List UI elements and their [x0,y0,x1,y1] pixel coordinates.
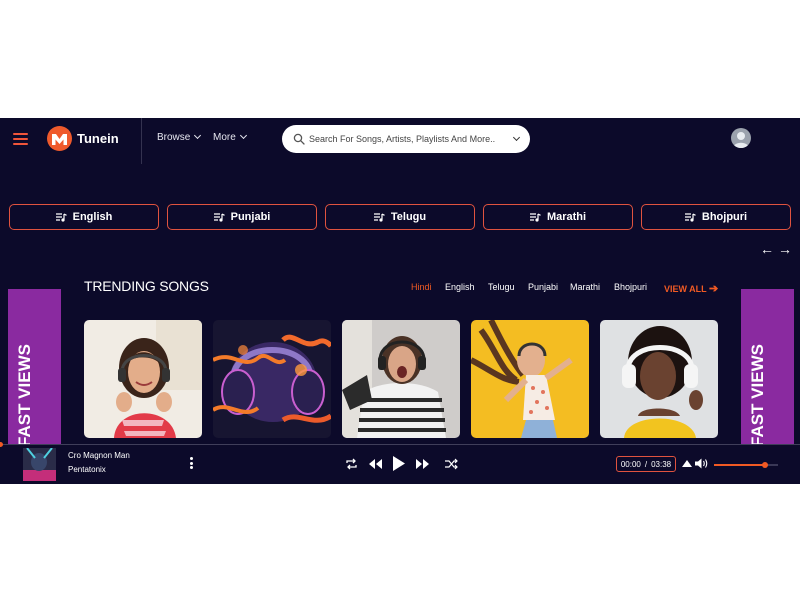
playlist-icon [684,212,696,222]
expand-up-icon[interactable] [682,460,692,467]
language-chip-marathi[interactable]: Marathi [483,204,633,230]
music-player: Cro Magnon Man Pentatonix 00:00 / 03:38 [0,442,800,484]
language-chip-label: Marathi [546,211,587,223]
current-time: 00:00 [620,459,641,469]
language-chip-punjabi[interactable]: Punjabi [167,204,317,230]
time-display: 00:00 / 03:38 [616,456,676,472]
more-options-icon[interactable] [190,457,194,471]
app-window: Tunein Browse More English Punjabi Telugu M… [0,118,800,484]
now-playing-thumbnail[interactable] [23,448,56,481]
song-cover-image [213,320,331,438]
song-cover-image [471,320,589,438]
song-cover-image [600,320,718,438]
playlist-icon [373,212,385,222]
more-menu[interactable]: More [213,131,247,143]
filter-tab-marathi[interactable]: Marathi [570,282,600,292]
song-card[interactable] [342,320,460,438]
volume-knob[interactable] [762,462,769,468]
song-card[interactable] [600,320,718,438]
language-chip-label: Bhojpuri [701,211,748,223]
song-cover-image [84,320,202,438]
language-chip-label: Punjabi [230,211,271,223]
language-chip-label: Telugu [390,211,427,223]
song-card[interactable] [84,320,202,438]
side-ad-right[interactable]: FAST VIEWS [741,289,794,449]
logo-icon[interactable] [47,126,72,151]
search-bar[interactable] [282,125,530,153]
view-all-label: VIEW ALL [664,284,707,294]
search-icon [293,133,305,145]
volume-icon[interactable] [695,458,708,469]
browse-label: Browse [157,132,191,143]
search-input[interactable] [309,125,504,153]
playlist-icon [529,212,541,222]
more-label: More [213,132,236,143]
language-chip-bhojpuri[interactable]: Bhojpuri [641,204,791,230]
header-divider [141,118,142,164]
song-card[interactable] [471,320,589,438]
browse-menu[interactable]: Browse [157,131,202,143]
chevron-down-icon [239,131,247,140]
playlist-icon [55,212,67,222]
language-chip-label: English [72,211,113,223]
filter-tab-bhojpuri[interactable]: Bhojpuri [614,282,647,292]
language-chip-telugu[interactable]: Telugu [325,204,475,230]
section-title: TRENDING SONGS [84,278,209,294]
ad-text: FAST VIEWS [15,344,34,447]
fast-forward-icon[interactable] [416,459,429,469]
playlist-icon [213,212,225,222]
duration: 03:38 [651,459,672,469]
arrow-right-icon: ➔ [709,283,719,295]
menu-icon[interactable] [13,133,28,145]
carousel-prev-button[interactable]: ← [760,241,774,257]
ad-text: FAST VIEWS [748,344,767,447]
progress-knob[interactable] [0,442,3,447]
filter-tab-english[interactable]: English [445,282,475,292]
chevron-down-icon [194,131,202,140]
repeat-icon[interactable] [345,458,358,470]
filter-tab-hindi[interactable]: Hindi [411,282,432,292]
volume-fill [714,464,766,466]
time-separator: / [644,459,648,469]
shuffle-icon[interactable] [445,458,458,470]
now-playing-artist[interactable]: Pentatonix [68,465,106,474]
filter-tab-punjabi[interactable]: Punjabi [528,282,558,292]
play-icon[interactable] [393,456,405,471]
volume-slider[interactable] [714,462,778,468]
filter-tab-telugu[interactable]: Telugu [488,282,515,292]
song-card[interactable] [213,320,331,438]
view-all-link[interactable]: VIEW ALL ➔ [664,282,718,295]
language-chip-english[interactable]: English [9,204,159,230]
app-name[interactable]: Tunein [77,131,119,146]
side-ad-left[interactable]: FAST VIEWS [8,289,61,449]
carousel-next-button[interactable]: → [778,241,792,257]
song-cover-image [342,320,460,438]
chevron-down-icon[interactable] [512,133,521,142]
now-playing-title[interactable]: Cro Magnon Man [68,451,130,460]
rewind-icon[interactable] [369,459,382,469]
user-avatar[interactable] [731,128,751,148]
